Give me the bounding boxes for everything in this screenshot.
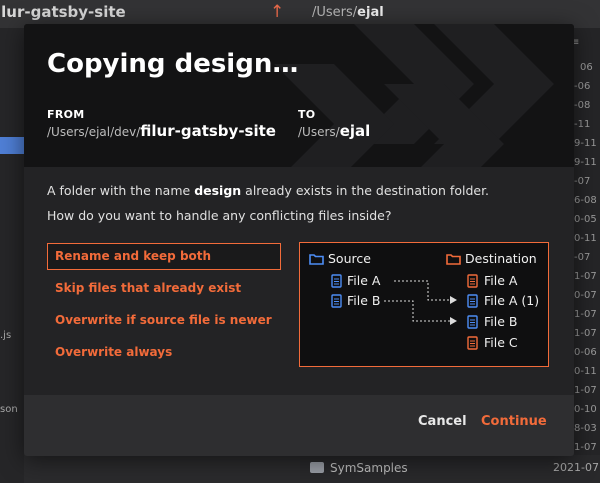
from-label: FROM <box>47 108 85 121</box>
app-path: /Users/ejal <box>312 5 384 20</box>
source-label: Source <box>328 251 371 266</box>
destination-label: Destination <box>465 251 537 266</box>
file-date: -06 <box>574 81 591 92</box>
file-date: 0-07 <box>574 290 597 301</box>
continue-button[interactable]: Continue <box>481 414 547 429</box>
to-label: TO <box>298 108 316 121</box>
destination-folder-icon <box>446 254 461 265</box>
conflict-question: How do you want to handle any conflictin… <box>47 208 392 223</box>
file-date: 0-06 <box>574 347 597 358</box>
folder-icon <box>310 462 324 473</box>
file-date: 9-11 <box>574 138 597 149</box>
left-pane-label: .js <box>0 330 12 341</box>
file-icon <box>467 336 478 350</box>
destination-file: File A <box>484 273 518 288</box>
file-date: -07 <box>574 176 591 187</box>
file-date: 0-05 <box>574 214 597 225</box>
file-date: 0-11 <box>574 366 597 377</box>
file-date: 8-03 <box>574 423 597 434</box>
file-date: -11 <box>574 119 591 130</box>
source-file: File A <box>347 273 381 288</box>
left-pane-label: son <box>0 404 18 415</box>
conflict-message: A folder with the name design already ex… <box>47 183 490 198</box>
file-date: 2021-07 <box>553 461 599 474</box>
conflict-preview: Source Destination File A File B File A … <box>299 242 549 367</box>
decorative-arrows-icon <box>274 24 554 167</box>
file-date: 9-11 <box>574 157 597 168</box>
dialog-title: Copying design… <box>47 49 299 79</box>
file-date: 1-07 <box>574 309 597 320</box>
option-rename-keep-both[interactable]: Rename and keep both <box>47 243 281 270</box>
file-date: 0-11 <box>574 233 597 244</box>
destination-file: File A (1) <box>484 293 540 308</box>
option-skip-existing[interactable]: Skip files that already exist <box>47 275 281 302</box>
cancel-button[interactable]: Cancel <box>418 414 467 429</box>
file-date: 0-10 <box>574 404 597 415</box>
source-file: File B <box>347 293 381 308</box>
file-icon <box>331 294 342 308</box>
from-path: /Users/ejal/dev/filur-gatsby-site <box>47 122 276 140</box>
file-date: 1-07 <box>574 385 597 396</box>
destination-file: File C <box>484 335 518 350</box>
file-date: 6-08 <box>574 195 597 206</box>
arrow-up-icon[interactable]: ↑ <box>270 2 284 22</box>
app-title: ilur-gatsby-site <box>0 3 126 21</box>
destination-file: File B <box>484 314 518 329</box>
to-path: /Users/ejal <box>298 122 371 140</box>
option-overwrite-if-newer[interactable]: Overwrite if source file is newer <box>47 307 281 334</box>
dialog-footer: Cancel Continue <box>24 395 574 456</box>
file-icon <box>467 294 478 308</box>
file-date: -07 <box>574 252 591 263</box>
file-date: 1-07 <box>574 328 597 339</box>
file-date: 1-07 <box>574 442 597 453</box>
file-date: 06 <box>580 62 593 73</box>
option-overwrite-always[interactable]: Overwrite always <box>47 339 281 366</box>
file-date: 1-07 <box>574 271 597 282</box>
source-folder-icon <box>309 254 324 265</box>
dialog-header: Copying design… FROM TO /Users/ejal/dev/… <box>24 24 574 167</box>
copy-conflict-dialog: Copying design… FROM TO /Users/ejal/dev/… <box>24 24 574 456</box>
file-date: -08 <box>574 100 591 111</box>
file-icon <box>331 274 342 288</box>
left-pane-selection[interactable] <box>0 137 24 154</box>
file-icon <box>467 315 478 329</box>
file-icon <box>467 274 478 288</box>
file-name[interactable]: SymSamples <box>330 461 408 475</box>
